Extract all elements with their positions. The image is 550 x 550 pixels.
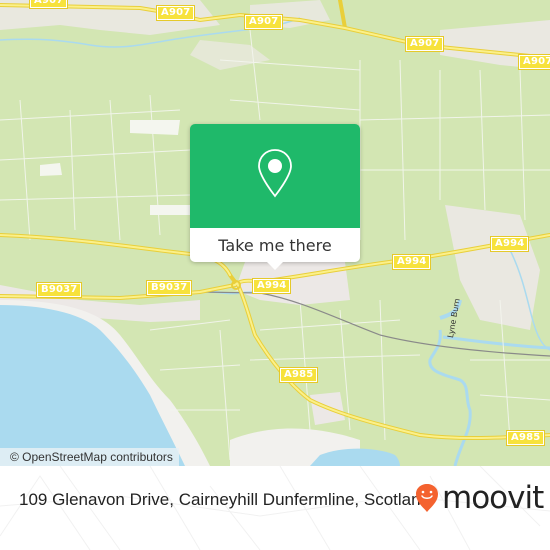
map-view[interactable]: A907 A907 A907 A907 A907 A994 A994 A994 … [0,0,550,466]
popup-header [190,124,360,228]
road-label: A994 [391,254,432,270]
take-me-there-button[interactable]: Take me there [190,228,360,262]
moovit-smile-pin-icon [416,484,438,512]
road-label: A985 [505,430,546,446]
road-label: A994 [489,236,530,252]
address-text: 109 Glenavon Drive, Cairneyhill Dunferml… [19,490,431,509]
popup-pointer [266,261,284,270]
brand-name: moovit [442,480,544,516]
map-pin-icon [258,149,292,198]
road-label: B9037 [35,282,83,298]
road-label: A907 [155,5,196,21]
road-label: A907 [28,0,69,9]
location-popup: Take me there [190,124,360,270]
moovit-logo[interactable]: moovit [414,480,544,516]
road-label: A994 [251,278,292,294]
road-label: A907 [404,36,445,52]
road-label: A907 [243,14,284,30]
map-attribution[interactable]: © OpenStreetMap contributors [0,448,179,466]
footer: 109 Glenavon Drive, Cairneyhill Dunferml… [0,466,550,550]
road-label: B9037 [145,280,193,296]
road-label: A907 [517,54,550,70]
road-label: A985 [278,367,319,383]
